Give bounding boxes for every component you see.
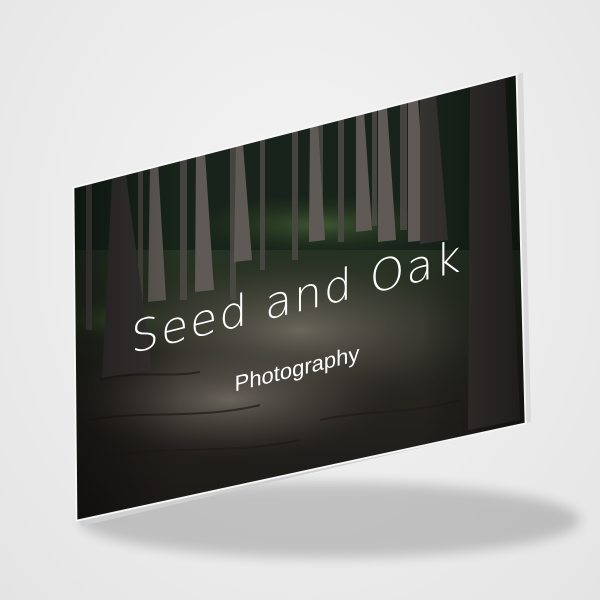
canvas-print-mockup: Seed and Oak Photography xyxy=(72,72,580,558)
product-mockup-stage: Seed and Oak Photography xyxy=(0,0,600,600)
